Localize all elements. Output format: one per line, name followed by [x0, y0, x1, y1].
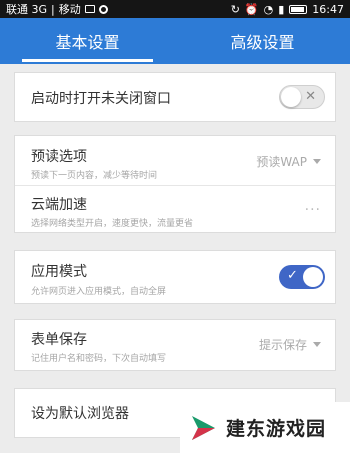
signal-icon: ▮ — [278, 2, 285, 16]
app-mode-toggle[interactable]: ✓ — [279, 265, 325, 289]
setting-app-mode[interactable]: 应用模式 允许网页进入应用模式，自动全屏 ✓ — [14, 250, 336, 304]
watermark-logo-icon — [192, 415, 215, 440]
toggle-knob — [281, 87, 301, 107]
toggle-knob — [303, 267, 323, 287]
tab-advanced-settings[interactable]: 高级设置 — [175, 18, 350, 64]
tab-basic-settings[interactable]: 基本设置 — [0, 18, 175, 64]
tab-bar: 基本设置 高级设置 — [0, 18, 350, 64]
status-bar: 联通 3G | 移动 ↻ ⏰ ◔ ▮ 16:47 — [0, 0, 350, 18]
check-icon: ✓ — [287, 268, 298, 283]
chevron-down-icon — [313, 159, 321, 164]
carrier2-label: 移动 — [58, 3, 81, 16]
image-icon — [84, 5, 95, 13]
setting-subtitle: 预读下一页内容，减少等待时间 — [31, 171, 158, 181]
form-save-dropdown[interactable]: 提示保存 — [259, 336, 321, 353]
setting-form-save[interactable]: 表单保存 记住用户名和密码，下次自动填写 提示保存 — [14, 319, 336, 371]
setting-title: 表单保存 — [31, 332, 87, 348]
alarm-icon: ⏰ — [244, 2, 259, 16]
setting-subtitle: 允许网页进入应用模式，自动全屏 — [31, 287, 167, 297]
chevron-down-icon — [313, 342, 321, 347]
watermark-text: 建东游戏园 — [226, 418, 327, 440]
watermark: 建东游戏园 — [180, 402, 350, 453]
carrier-label: 联通 3G — [6, 3, 48, 16]
setting-title: 应用模式 — [31, 264, 87, 280]
refresh-icon: ↻ — [230, 2, 240, 16]
setting-preload[interactable]: 预读选项 预读下一页内容，减少等待时间 预读WAP — [15, 136, 335, 185]
wifi-icon: ◔ — [263, 2, 274, 16]
preload-dropdown[interactable]: 预读WAP — [256, 153, 321, 170]
setting-cloud-accel[interactable]: 云端加速 选择网络类型开启，速度更快，流量更省 ... — [15, 186, 335, 234]
settings-group-network: 预读选项 预读下一页内容，减少等待时间 预读WAP 云端加速 选择网络类型开启，… — [14, 135, 336, 233]
setting-restore-windows[interactable]: 启动时打开未关闭窗口 ✕ — [14, 72, 336, 122]
setting-title: 启动时打开未关闭窗口 — [31, 91, 171, 107]
preload-value: 预读WAP — [256, 155, 307, 169]
battery-icon — [289, 4, 308, 14]
clock: 16:47 — [312, 2, 344, 16]
setting-subtitle: 记住用户名和密码，下次自动填写 — [31, 354, 167, 364]
setting-subtitle: 选择网络类型开启，速度更快，流量更省 — [31, 219, 194, 229]
form-save-value: 提示保存 — [258, 338, 307, 352]
setting-title: 设为默认浏览器 — [31, 406, 129, 422]
close-icon: ✕ — [305, 89, 316, 104]
setting-title: 预读选项 — [31, 149, 87, 165]
more-options-icon[interactable]: ... — [305, 198, 321, 214]
setting-title: 云端加速 — [31, 197, 87, 213]
restore-windows-toggle[interactable]: ✕ — [279, 85, 325, 109]
circle-icon — [98, 4, 108, 14]
